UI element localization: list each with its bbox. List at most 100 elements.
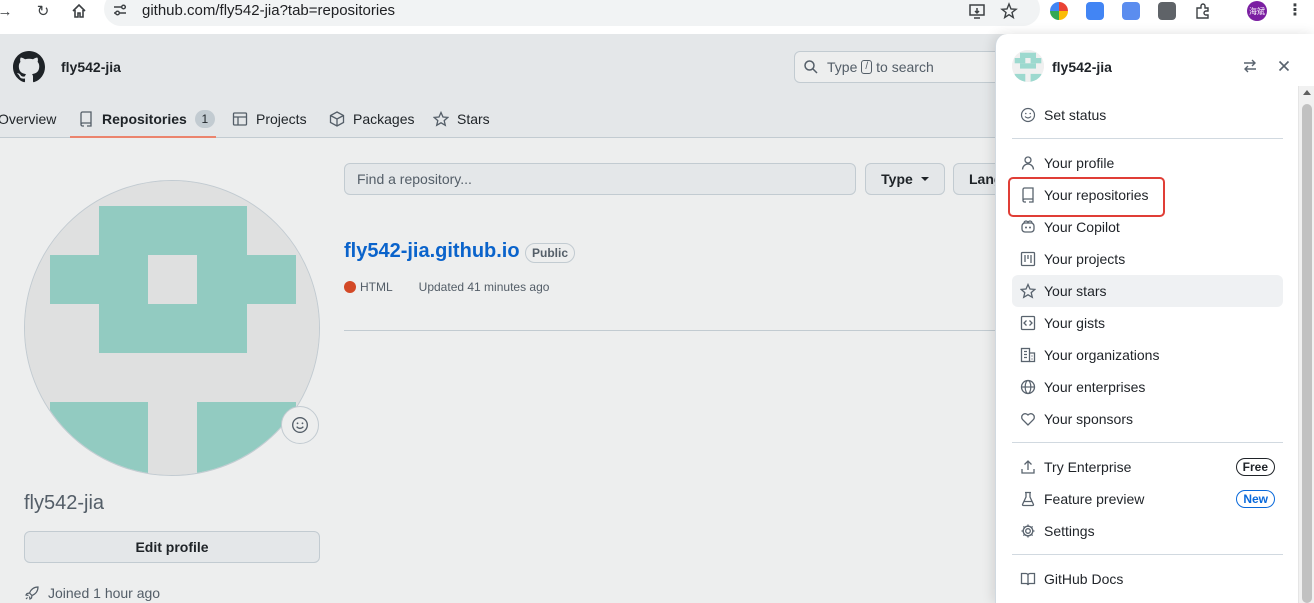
chevron-down-icon xyxy=(920,177,929,181)
type-filter-button[interactable]: Type xyxy=(865,163,945,195)
tab-stars[interactable]: Stars xyxy=(433,100,490,138)
menu-item-your-projects[interactable]: Your projects xyxy=(1012,243,1283,275)
globe-icon xyxy=(1020,379,1036,395)
menu-item-label: Your sponsors xyxy=(1044,411,1133,427)
home-icon[interactable] xyxy=(68,0,90,22)
menu-item-github-docs[interactable]: GitHub Docs xyxy=(1012,563,1283,595)
menu-item-your-stars[interactable]: Your stars xyxy=(1012,275,1283,307)
tab-label: Overview xyxy=(0,111,57,127)
copilot-icon xyxy=(1021,220,1035,233)
tab-label: Repositories xyxy=(102,111,187,127)
star-icon xyxy=(1020,283,1036,299)
menu-item-your-enterprises[interactable]: Your enterprises xyxy=(1012,371,1283,403)
menu-item-your-gists[interactable]: Your gists xyxy=(1012,307,1283,339)
package-icon xyxy=(329,111,345,127)
table-icon xyxy=(232,112,248,126)
repo-visibility-badge: Public xyxy=(525,243,576,263)
search-icon xyxy=(804,60,818,74)
type-filter-label: Type xyxy=(881,171,913,187)
address-url[interactable]: github.com/fly542-jia?tab=repositories xyxy=(142,2,395,19)
menu-item-label: Your organizations xyxy=(1044,347,1160,363)
bookmark-star-icon[interactable] xyxy=(1000,2,1018,20)
close-icon[interactable] xyxy=(1276,58,1292,74)
tab-label: Stars xyxy=(457,111,490,127)
repo-counter: 1 xyxy=(194,110,215,128)
menu-item-your-profile[interactable]: Your profile xyxy=(1012,147,1283,179)
language-color-dot xyxy=(344,281,356,293)
menu-item-label: GitHub Docs xyxy=(1044,571,1124,587)
search-shortcut-key: / xyxy=(861,60,873,74)
search-prefix: Type xyxy=(827,59,858,75)
search-suffix: to search xyxy=(876,59,934,75)
new-badge: New xyxy=(1236,490,1275,508)
extension-download-icon[interactable] xyxy=(1158,2,1176,20)
menu-item-label: Your profile xyxy=(1044,155,1115,171)
repo-divider xyxy=(344,330,1004,331)
joined-info: Joined 1 hour ago xyxy=(24,585,160,601)
find-repository-input[interactable] xyxy=(344,163,856,195)
repo-icon xyxy=(80,111,92,127)
install-app-icon[interactable] xyxy=(968,2,986,20)
tab-projects[interactable]: Projects xyxy=(232,100,307,138)
menu-item-your-sponsors[interactable]: Your sponsors xyxy=(1012,403,1283,435)
scrollbar-thumb[interactable] xyxy=(1302,104,1312,603)
menu-divider xyxy=(1012,138,1283,139)
forward-arrow-icon[interactable]: → xyxy=(0,0,16,22)
book-icon xyxy=(1020,572,1036,586)
menu-username: fly542-jia xyxy=(1052,59,1112,75)
search-input[interactable]: Type / to search xyxy=(794,51,1014,83)
tab-repositories[interactable]: Repositories 1 xyxy=(78,100,215,138)
menu-divider xyxy=(1012,554,1283,555)
menu-item-label: Set status xyxy=(1044,107,1107,123)
user-menu-panel: fly542-jia Set status Your profile Your … xyxy=(995,34,1314,603)
set-status-emoji-button[interactable] xyxy=(281,406,319,444)
page-scrollbar[interactable] xyxy=(1298,86,1314,603)
menu-divider xyxy=(1012,442,1283,443)
repo-updated: Updated 41 minutes ago xyxy=(418,280,550,294)
project-icon xyxy=(1020,251,1036,267)
tab-overview[interactable]: Overview xyxy=(0,100,56,138)
identicon-image xyxy=(1012,50,1044,82)
extensions-puzzle-icon[interactable] xyxy=(1194,2,1212,20)
extension-blue-icon[interactable] xyxy=(1122,2,1140,20)
smiley-icon xyxy=(292,417,308,433)
menu-item-label: Your gists xyxy=(1044,315,1105,331)
extension-translate-icon[interactable] xyxy=(1086,2,1104,20)
site-settings-icon[interactable] xyxy=(112,2,128,18)
tab-label: Packages xyxy=(353,111,415,127)
extension-chrome-icon[interactable] xyxy=(1050,2,1068,20)
smiley-icon xyxy=(1020,107,1036,123)
menu-item-settings[interactable]: Settings xyxy=(1012,515,1283,547)
identicon-image xyxy=(25,181,319,475)
switch-account-icon[interactable] xyxy=(1242,58,1258,74)
menu-item-label: Your enterprises xyxy=(1044,379,1146,395)
menu-item-label: Try Enterprise xyxy=(1044,459,1132,475)
kebab-menu-icon[interactable]: ⋮ xyxy=(1287,0,1303,20)
header-username[interactable]: fly542-jia xyxy=(61,59,121,75)
tab-packages[interactable]: Packages xyxy=(329,100,414,138)
person-icon xyxy=(1021,156,1035,170)
repo-language: HTML xyxy=(360,280,393,294)
menu-item-label: Your Copilot xyxy=(1044,219,1120,235)
menu-item-feature-preview[interactable]: Feature preview New xyxy=(1012,483,1283,515)
profile-avatar[interactable] xyxy=(24,180,320,476)
menu-item-your-organizations[interactable]: Your organizations xyxy=(1012,339,1283,371)
edit-profile-button[interactable]: Edit profile xyxy=(24,531,320,563)
heart-icon xyxy=(1021,413,1035,426)
scroll-up-arrow-icon[interactable] xyxy=(1303,90,1311,95)
beaker-icon xyxy=(1021,491,1035,507)
menu-item-try-enterprise[interactable]: Try Enterprise Free xyxy=(1012,451,1283,483)
menu-item-label: Settings xyxy=(1044,523,1095,539)
repo-name-link[interactable]: fly542-jia.github.io xyxy=(344,240,520,263)
profile-badge[interactable]: 海斌 xyxy=(1247,1,1267,21)
rocket-icon xyxy=(25,586,39,600)
reload-icon[interactable]: ↻ xyxy=(32,0,54,22)
menu-avatar xyxy=(1012,50,1044,82)
menu-item-set-status[interactable]: Set status xyxy=(1012,99,1283,131)
gear-icon xyxy=(1021,524,1035,538)
upload-icon xyxy=(1021,460,1035,474)
menu-item-label: Your projects xyxy=(1044,251,1126,267)
profile-username: fly542-jia xyxy=(24,492,105,514)
star-icon xyxy=(433,111,449,127)
github-logo-icon[interactable] xyxy=(13,51,45,83)
